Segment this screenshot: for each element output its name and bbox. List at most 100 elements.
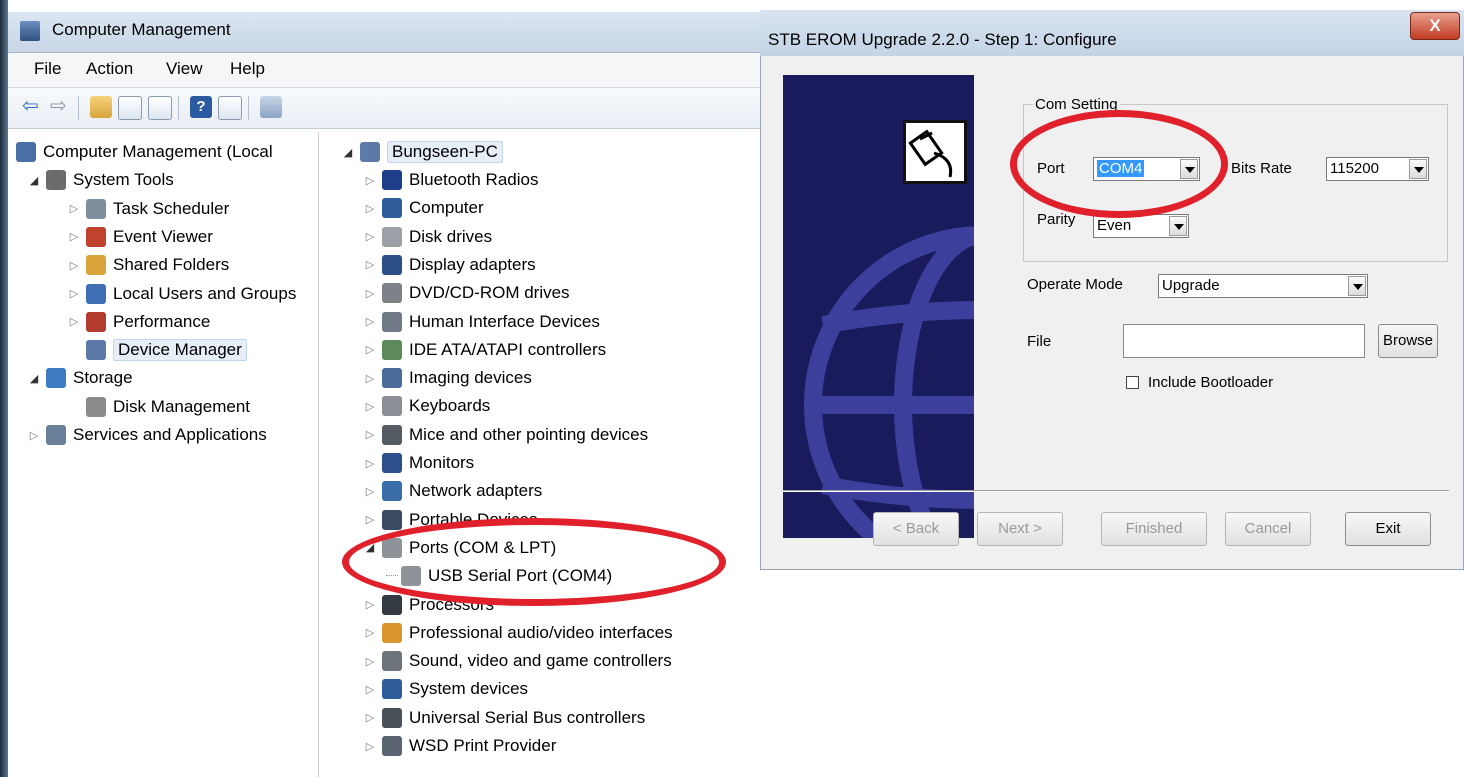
- help-icon[interactable]: ?: [190, 96, 212, 118]
- toolbar-separator: [178, 96, 179, 120]
- device-tree-item-label: Disk drives: [409, 226, 493, 246]
- expand-arrow-icon[interactable]: ▷: [364, 711, 376, 724]
- chevron-down-icon[interactable]: [1409, 159, 1427, 179]
- tree-item[interactable]: ▷ Event Viewer: [68, 223, 213, 251]
- device-tree-item-label: Human Interface Devices: [409, 311, 600, 331]
- expand-arrow-icon[interactable]: ▷: [364, 457, 376, 470]
- device-tree-item[interactable]: ▷ Computer: [364, 194, 484, 222]
- menu-file[interactable]: File: [34, 59, 61, 79]
- expand-arrow-icon[interactable]: ▷: [364, 372, 376, 385]
- back-arrow-icon[interactable]: ⇦: [22, 96, 44, 118]
- tree-item[interactable]: ◢ Storage: [28, 364, 133, 392]
- device-tree-item[interactable]: ▷ Imaging devices: [364, 364, 532, 392]
- expand-arrow-icon[interactable]: ▷: [364, 655, 376, 668]
- expand-arrow-icon[interactable]: ▷: [364, 485, 376, 498]
- expand-arrow-icon[interactable]: ▷: [364, 740, 376, 753]
- expand-arrow-icon[interactable]: ▷: [28, 429, 40, 442]
- device-tree-item[interactable]: ▷ Sound, video and game controllers: [364, 647, 672, 675]
- tree-item[interactable]: Disk Management: [68, 393, 250, 421]
- device-tree-item[interactable]: ▷ WSD Print Provider: [364, 732, 556, 760]
- cancel-button[interactable]: Cancel: [1225, 512, 1311, 546]
- expand-arrow-icon[interactable]: ▷: [364, 683, 376, 696]
- tree-item[interactable]: ▷ Shared Folders: [68, 251, 229, 279]
- tree-item[interactable]: ▷ Services and Applications: [28, 421, 267, 449]
- file-path-input[interactable]: [1123, 324, 1365, 358]
- exit-button[interactable]: Exit: [1345, 512, 1431, 546]
- bits-rate-dropdown[interactable]: 115200: [1326, 157, 1429, 181]
- device-tree-item[interactable]: ▷ Universal Serial Bus controllers: [364, 704, 645, 732]
- expand-arrow-icon[interactable]: ▷: [68, 315, 80, 328]
- expand-arrow-icon[interactable]: ▷: [364, 513, 376, 526]
- next-button[interactable]: Next >: [977, 512, 1063, 546]
- highlight-circle: [342, 518, 726, 606]
- expand-arrow-icon[interactable]: ▷: [364, 598, 376, 611]
- back-button[interactable]: < Back: [873, 512, 959, 546]
- expand-arrow-icon[interactable]: ▷: [364, 174, 376, 187]
- scan-hardware-icon[interactable]: [260, 96, 282, 118]
- tree-item[interactable]: Device Manager: [68, 336, 247, 364]
- expand-arrow-icon[interactable]: ▷: [364, 287, 376, 300]
- tree-item[interactable]: ▷ Performance: [68, 308, 210, 336]
- browse-button[interactable]: Browse: [1378, 324, 1438, 358]
- collapse-arrow-icon[interactable]: ◢: [342, 146, 354, 159]
- device-tree-item[interactable]: ▷ Keyboards: [364, 392, 490, 420]
- tree-item[interactable]: ▷ Task Scheduler: [68, 195, 229, 223]
- action-pane-icon[interactable]: [218, 96, 242, 120]
- up-folder-icon[interactable]: [90, 96, 112, 118]
- operate-mode-dropdown[interactable]: Upgrade: [1158, 274, 1368, 298]
- device-tree-item[interactable]: ▷ Network adapters: [364, 477, 542, 505]
- forward-arrow-icon[interactable]: ⇨: [50, 96, 72, 118]
- tree-root[interactable]: ◢ Bungseen-PC: [342, 138, 503, 166]
- usb-icon: [382, 707, 402, 728]
- tree-item-label: Disk Management: [113, 396, 251, 416]
- tree-item[interactable]: ▷ Local Users and Groups: [68, 280, 296, 308]
- expand-arrow-icon[interactable]: ▷: [364, 315, 376, 328]
- expand-arrow-icon[interactable]: ▷: [364, 258, 376, 271]
- expand-arrow-icon[interactable]: ▷: [364, 343, 376, 356]
- device-tree-item-label: Display adapters: [409, 254, 536, 274]
- device-tree-item[interactable]: ▷ Monitors: [364, 449, 474, 477]
- expand-arrow-icon[interactable]: ▷: [364, 626, 376, 639]
- device-tree-item[interactable]: ▷ Professional audio/video interfaces: [364, 619, 673, 647]
- expand-arrow-icon[interactable]: ▷: [364, 202, 376, 215]
- device-tree-item[interactable]: ▷ Human Interface Devices: [364, 308, 600, 336]
- finished-button[interactable]: Finished: [1101, 512, 1207, 546]
- device-tree-item-label: Network adapters: [409, 481, 543, 501]
- collapse-arrow-icon[interactable]: ◢: [28, 372, 40, 385]
- device-tree-item-label: Monitors: [409, 453, 475, 472]
- device-tree-item[interactable]: ▷ DVD/CD-ROM drives: [364, 279, 570, 307]
- collapse-arrow-icon[interactable]: ◢: [28, 174, 40, 187]
- tree-item[interactable]: ◢ System Tools: [28, 166, 174, 194]
- menu-action[interactable]: Action: [86, 59, 133, 79]
- device-tree-item[interactable]: ▷ Disk drives: [364, 223, 492, 251]
- include-bootloader-checkbox[interactable]: [1126, 376, 1139, 389]
- expand-arrow-icon[interactable]: ▷: [68, 230, 80, 243]
- expand-arrow-icon[interactable]: ▷: [68, 287, 80, 300]
- mouse-icon: [382, 424, 402, 445]
- menu-view[interactable]: View: [166, 59, 203, 79]
- expand-arrow-icon[interactable]: ▷: [68, 202, 80, 215]
- chevron-down-icon[interactable]: [1169, 216, 1187, 236]
- computer-icon: [382, 198, 402, 219]
- menu-help[interactable]: Help: [230, 59, 265, 79]
- chevron-down-icon[interactable]: [1348, 276, 1366, 296]
- close-button[interactable]: X: [1410, 12, 1460, 40]
- pc-icon: [360, 142, 380, 162]
- expand-arrow-icon[interactable]: ▷: [364, 428, 376, 441]
- expand-arrow-icon[interactable]: ▷: [68, 259, 80, 272]
- globe-banner-image: [783, 75, 974, 538]
- device-tree-item-label: Mice and other pointing devices: [409, 424, 649, 444]
- computer-management-icon: [16, 142, 36, 162]
- expand-arrow-icon[interactable]: ▷: [364, 230, 376, 243]
- device-tree-item[interactable]: ▷ Mice and other pointing devices: [364, 421, 648, 449]
- expand-arrow-icon[interactable]: ▷: [364, 400, 376, 413]
- tree-item[interactable]: Computer Management (Local: [16, 138, 273, 166]
- device-tree-item[interactable]: ▷ System devices: [364, 675, 528, 703]
- show-hide-tree-icon[interactable]: [118, 96, 142, 120]
- device-tree-item[interactable]: ▷ Display adapters: [364, 251, 536, 279]
- properties-icon[interactable]: [148, 96, 172, 120]
- processor-icon: [382, 594, 402, 615]
- device-tree-item[interactable]: ▷ IDE ATA/ATAPI controllers: [364, 336, 606, 364]
- operate-mode-label: Operate Mode: [1027, 276, 1123, 293]
- device-tree-item[interactable]: ▷ Bluetooth Radios: [364, 166, 538, 194]
